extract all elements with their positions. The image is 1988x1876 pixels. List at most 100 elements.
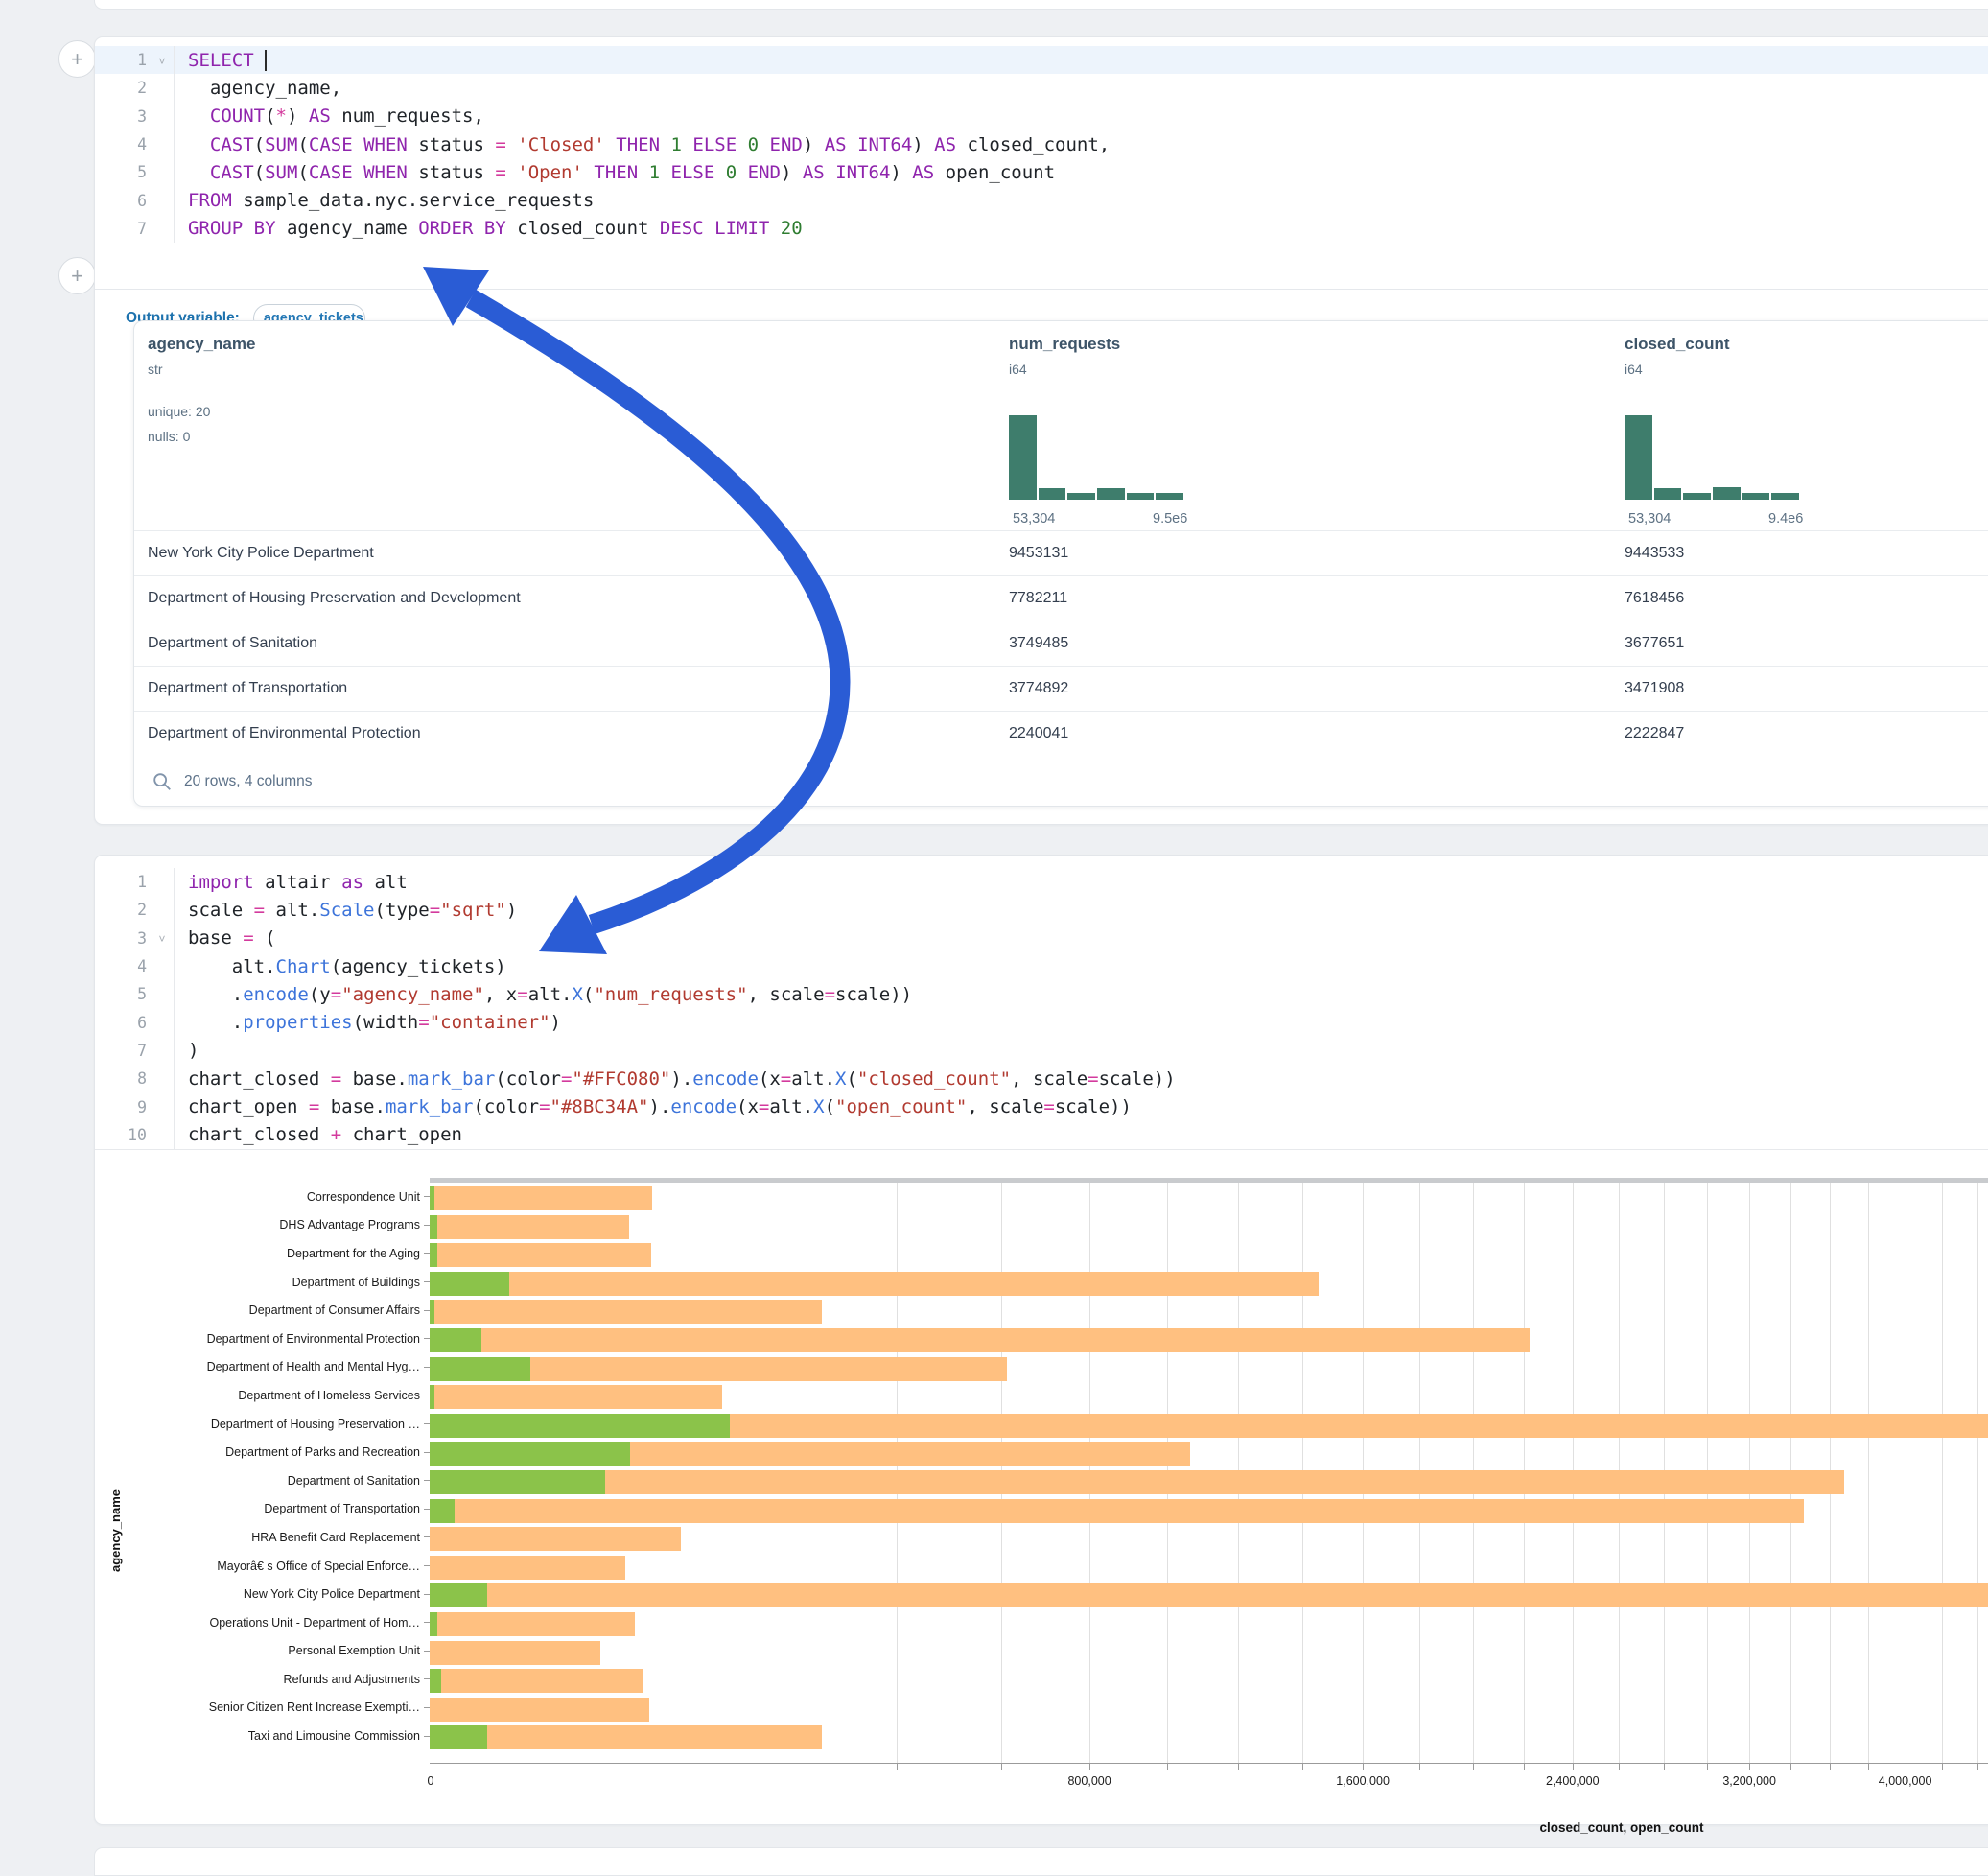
code-line[interactable]: 1import altair as alt	[95, 868, 1988, 896]
bar-row[interactable]	[430, 1583, 1988, 1607]
add-cell-button[interactable]: +	[58, 40, 96, 78]
bar-row[interactable]	[430, 1357, 1988, 1381]
table-row[interactable]: Department of Sanitation37494853677651	[134, 621, 1988, 666]
table-row[interactable]: Department of Transportation377489234719…	[134, 666, 1988, 711]
closed-count-bar	[430, 1328, 1530, 1352]
y-axis-label: Department of Health and Mental Hyg…	[95, 1353, 430, 1382]
bar-row[interactable]	[430, 1442, 1988, 1466]
code-line[interactable]: 10chart_closed + chart_open	[95, 1121, 1988, 1149]
code-line[interactable]: 9chart_open = base.mark_bar(color="#8BC3…	[95, 1092, 1988, 1120]
code-content: chart_closed = base.mark_bar(color="#FFC…	[174, 1065, 1176, 1092]
bar-row[interactable]	[430, 1725, 1988, 1749]
bar-row[interactable]	[430, 1300, 1988, 1324]
fold-gutter	[151, 86, 174, 89]
python-code-editor[interactable]: 1import altair as alt2scale = alt.Scale(…	[95, 856, 1988, 1149]
histogram-bar	[1742, 493, 1770, 500]
x-axis-label: 0	[428, 1774, 434, 1788]
histogram-min-label: 53,304	[1628, 511, 1671, 527]
chart-scrollbar[interactable]	[430, 1178, 1988, 1183]
table-row[interactable]: Department of Environmental Protection22…	[134, 711, 1988, 756]
table-cell: 2240041	[1009, 712, 1068, 756]
bar-row[interactable]	[430, 1499, 1988, 1523]
bar-row[interactable]	[430, 1556, 1988, 1580]
x-tick	[1001, 1764, 1002, 1770]
table-cell: 3677651	[1625, 621, 1684, 666]
bar-row[interactable]	[430, 1272, 1988, 1296]
line-number: 3	[95, 929, 151, 948]
histogram-num-requests	[1009, 415, 1183, 500]
x-tick	[1749, 1764, 1750, 1770]
bar-row[interactable]	[430, 1385, 1988, 1409]
open-count-bar	[430, 1272, 509, 1296]
x-tick	[1363, 1764, 1364, 1770]
open-count-bar	[430, 1499, 455, 1523]
column-stat-unique: unique: 20	[148, 404, 210, 419]
line-number: 2	[95, 901, 151, 919]
y-axis-label: Senior Citizen Rent Increase Exempti…	[95, 1694, 430, 1723]
histogram-bar	[1039, 488, 1066, 500]
code-line[interactable]: 8chart_closed = base.mark_bar(color="#FF…	[95, 1065, 1988, 1092]
bar-row[interactable]	[430, 1641, 1988, 1665]
closed-count-bar	[430, 1470, 1844, 1494]
table-cell: 7782211	[1009, 576, 1067, 621]
code-line[interactable]: 7)	[95, 1037, 1988, 1065]
histogram-min-label: 53,304	[1013, 511, 1055, 527]
y-axis-label: Department of Sanitation	[95, 1466, 430, 1495]
add-cell-button[interactable]: +	[58, 257, 96, 294]
bar-row[interactable]	[430, 1470, 1988, 1494]
x-axis-label: 3,200,000	[1722, 1774, 1776, 1788]
code-line[interactable]: 5 CAST(SUM(CASE WHEN status = 'Open' THE…	[95, 158, 1988, 186]
code-content: alt.Chart(agency_tickets)	[174, 952, 506, 980]
code-line[interactable]: 4 CAST(SUM(CASE WHEN status = 'Closed' T…	[95, 130, 1988, 158]
code-line[interactable]: 7GROUP BY agency_name ORDER BY closed_co…	[95, 215, 1988, 243]
search-icon[interactable]	[152, 771, 173, 792]
table-row[interactable]: New York City Police Department945313194…	[134, 530, 1988, 575]
bar-row[interactable]	[430, 1328, 1988, 1352]
fold-chevron-icon[interactable]: ˅	[151, 52, 174, 69]
column-type: i64	[1625, 362, 1643, 377]
line-number: 6	[95, 192, 151, 210]
code-line[interactable]: 6 FROM sample_data.nyc.service_requests	[95, 186, 1988, 214]
closed-count-bar	[430, 1556, 625, 1580]
code-line[interactable]: 3 COUNT(*) AS num_requests,	[95, 103, 1988, 130]
column-title: agency_name	[148, 335, 255, 354]
bar-row[interactable]	[430, 1215, 1988, 1239]
bar-row[interactable]	[430, 1669, 1988, 1693]
code-line[interactable]: 2scale = alt.Scale(type="sqrt")	[95, 896, 1988, 924]
histogram-max-label: 9.4e6	[1768, 511, 1803, 527]
x-tick	[1868, 1764, 1869, 1770]
code-line[interactable]: 2 agency_name,	[95, 74, 1988, 102]
code-line[interactable]: 1˅SELECT	[95, 46, 1988, 74]
table-cell: Department of Housing Preservation and D…	[148, 576, 521, 621]
fold-gutter	[151, 199, 174, 202]
bar-row[interactable]	[430, 1527, 1988, 1551]
column-stat-nulls: nulls: 0	[148, 429, 190, 444]
x-tick	[1167, 1764, 1168, 1770]
bar-row[interactable]	[430, 1414, 1988, 1438]
x-tick	[1619, 1764, 1620, 1770]
bar-row[interactable]	[430, 1698, 1988, 1722]
y-axis-label: Correspondence Unit	[95, 1183, 430, 1211]
code-line[interactable]: 5 .encode(y="agency_name", x=alt.X("num_…	[95, 980, 1988, 1008]
closed-count-bar	[430, 1612, 635, 1636]
code-content: FROM sample_data.nyc.service_requests	[174, 186, 594, 214]
code-line[interactable]: 3˅base = (	[95, 925, 1988, 952]
closed-count-bar	[430, 1243, 651, 1267]
table-cell: 7618456	[1625, 576, 1684, 621]
x-axis-label: 2,400,000	[1546, 1774, 1600, 1788]
bar-row[interactable]	[430, 1243, 1988, 1267]
y-axis-label: Department of Buildings	[95, 1268, 430, 1297]
fold-chevron-icon[interactable]: ˅	[151, 929, 174, 947]
bar-row[interactable]	[430, 1612, 1988, 1636]
bar-row[interactable]	[430, 1186, 1988, 1210]
sql-code-editor[interactable]: 1˅SELECT 2 agency_name,3 COUNT(*) AS num…	[95, 37, 1988, 243]
fold-gutter	[151, 880, 174, 883]
code-line[interactable]: 4 alt.Chart(agency_tickets)	[95, 952, 1988, 980]
line-number: 4	[95, 957, 151, 975]
x-axis-title: closed_count, open_count	[1539, 1820, 1703, 1835]
table-row[interactable]: Department of Housing Preservation and D…	[134, 575, 1988, 621]
code-content: import altair as alt	[174, 868, 408, 896]
open-count-bar	[430, 1328, 481, 1352]
closed-count-bar	[430, 1385, 722, 1409]
code-line[interactable]: 6 .properties(width="container")	[95, 1008, 1988, 1036]
